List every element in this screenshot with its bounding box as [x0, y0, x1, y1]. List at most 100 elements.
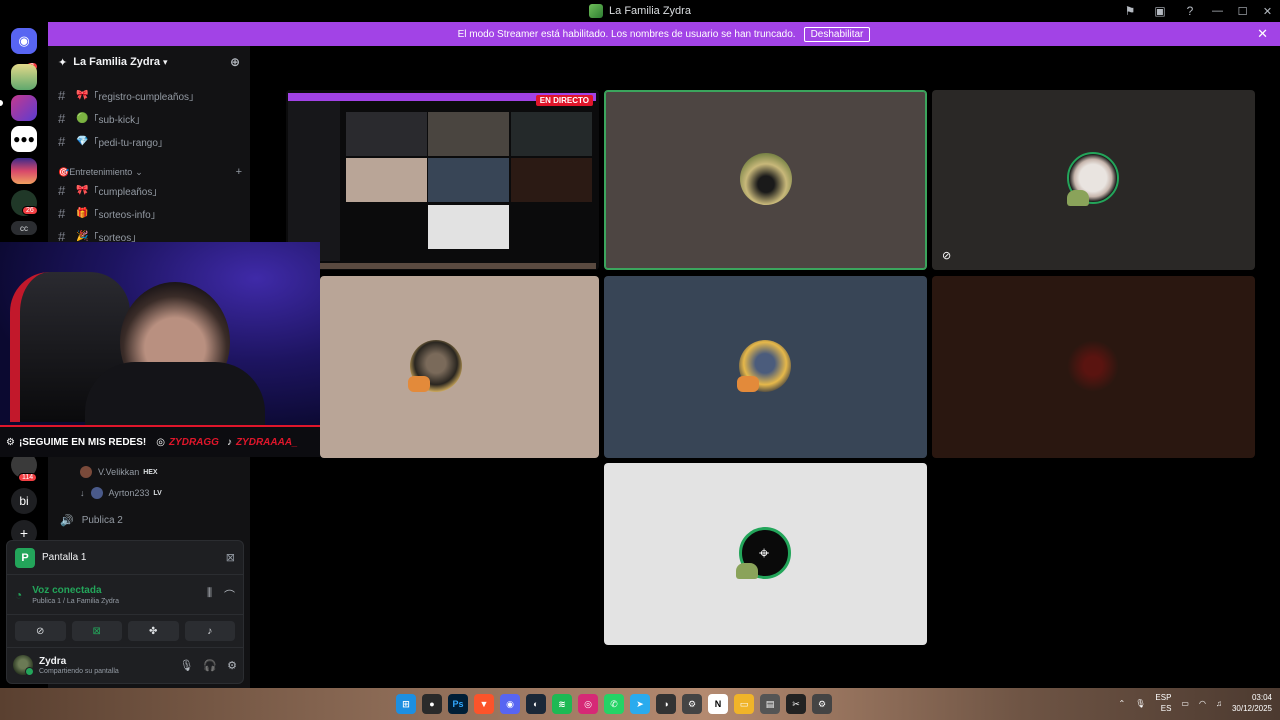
settings-app-icon[interactable]: ⚙	[682, 694, 702, 714]
social-cta: ¡SEGUIME EN MIS REDES!	[18, 436, 147, 448]
instagram-app-icon[interactable]: ◎	[578, 694, 598, 714]
close-icon[interactable]: ✕	[1257, 26, 1268, 42]
signal-icon[interactable]: ◔	[15, 588, 22, 602]
add-channel-icon[interactable]: +	[236, 166, 242, 178]
activities-button[interactable]: ✤	[128, 621, 179, 641]
obs-icon[interactable]: ●	[422, 694, 442, 714]
channel-sub-kick[interactable]: # 🟢 「sub-kick」	[58, 109, 145, 127]
github-icon[interactable]: ◑	[656, 694, 676, 714]
stream-tile[interactable]: EN DIRECTO	[286, 90, 599, 270]
server-icon-bi[interactable]: bi	[11, 488, 37, 514]
server-icon-4[interactable]	[11, 158, 37, 184]
category-entretenimiento[interactable]: 🎯 Entretenimiento ⌄ +	[58, 166, 242, 178]
participant-tile[interactable]	[604, 276, 927, 458]
minimize-button[interactable]: —	[1205, 0, 1230, 22]
channel-emoji: 🎁	[76, 207, 89, 219]
flag-icon[interactable]: ⚑	[1115, 0, 1145, 22]
cat-decoration-icon	[408, 376, 430, 392]
category-label: Entretenimiento	[69, 167, 133, 177]
wifi-icon[interactable]: ◠	[1199, 699, 1206, 708]
brave-icon[interactable]: ▼	[474, 694, 494, 714]
language-indicator[interactable]: ESP ES	[1155, 692, 1171, 714]
participant-tile[interactable]: ⌖	[604, 463, 927, 645]
cat-decoration-icon	[737, 376, 759, 392]
screen-share-header: P Pantalla 1 ⊠	[7, 541, 243, 575]
voice-user-row[interactable]: V.Velikkan HEX	[80, 466, 158, 478]
windows-start-icon[interactable]: ⊞	[396, 694, 416, 714]
participant-tile[interactable]	[932, 276, 1255, 458]
notion-icon[interactable]: N	[708, 694, 728, 714]
steelseries-icon[interactable]: ⚙	[812, 694, 832, 714]
server-icon-3[interactable]: ●●●	[11, 126, 37, 152]
channel-pedi-tu-rango[interactable]: # 💎 「pedi-tu-rango」	[58, 132, 168, 150]
spotify-icon[interactable]: ≋	[552, 694, 572, 714]
microphone-icon[interactable]: 🎙	[179, 659, 193, 672]
volume-icon[interactable]: ♫	[1216, 699, 1222, 708]
clock[interactable]: 03:04 30/12/2025	[1232, 692, 1272, 714]
server-header[interactable]: ✦ La Familia Zydra ▾ ⊕	[48, 46, 250, 78]
live-badge: EN DIRECTO	[535, 95, 593, 106]
telegram-icon[interactable]: ➤	[630, 694, 650, 714]
channel-registro-cumpleanos[interactable]: # 🎀 「registro-cumpleaños」	[58, 86, 199, 104]
mini-tile	[428, 158, 509, 202]
server-icon-6[interactable]: cc	[11, 221, 37, 235]
voice-connection-row: ◔ Voz conectada Publica 1 / La Familia Z…	[7, 575, 243, 615]
help-icon[interactable]: ?	[1175, 0, 1205, 22]
steam-icon[interactable]: ◐	[526, 694, 546, 714]
stop-share-icon[interactable]: ⊠	[226, 551, 235, 564]
category-emoji: 🎯	[58, 166, 70, 177]
capcut-icon[interactable]: ✂	[786, 694, 806, 714]
soundboard-button[interactable]: ♪	[184, 621, 235, 641]
lang-top: ESP	[1155, 693, 1172, 702]
avatar[interactable]	[13, 655, 34, 676]
microphone-tray-icon[interactable]: 🎙	[1135, 699, 1145, 708]
webcam-overlay	[0, 242, 320, 425]
settings-icon[interactable]: ⚙	[227, 659, 237, 672]
headphones-icon[interactable]: 🎧	[203, 659, 217, 672]
instagram-handle: ZYDRAGG	[168, 436, 219, 448]
voice-actions: ⊘ ⊠ ✤ ♪	[7, 615, 243, 648]
window-title: La Familia Zydra	[609, 5, 691, 17]
server-icon-2[interactable]	[11, 95, 37, 121]
muted-icon: ⊘	[942, 250, 952, 262]
channel-cumpleanos[interactable]: # 🎀 「cumpleaños」	[58, 181, 162, 199]
hash-icon: #	[58, 205, 66, 221]
chevron-up-icon[interactable]: ⌃	[1119, 699, 1126, 708]
participant-tile[interactable]	[604, 90, 927, 270]
disconnect-icon[interactable]: ⌒	[224, 587, 235, 603]
banner-text: El modo Streamer está habilitado. Los no…	[457, 28, 796, 40]
channel-emoji: 🟢	[76, 112, 89, 124]
hash-icon: #	[58, 182, 66, 198]
app-icon[interactable]: ▤	[760, 694, 780, 714]
voice-channel-publica-2[interactable]: 🔊 Publica 2	[60, 514, 123, 527]
invite-icon[interactable]: ⊕	[230, 55, 240, 69]
channel-sorteos-info[interactable]: # 🎁 「sorteos-info」	[58, 204, 161, 222]
hash-icon: #	[58, 110, 66, 126]
voice-status: Voz conectada	[32, 584, 102, 596]
inbox-icon[interactable]: ▣	[1145, 0, 1175, 22]
whatsapp-icon[interactable]: ✆	[604, 694, 624, 714]
speaker-icon: 🔊	[60, 515, 74, 527]
chevron-down-icon: ⌄	[135, 166, 143, 177]
participant-tile[interactable]	[320, 276, 599, 458]
voice-location[interactable]: Publica 1 / La Familia Zydra	[32, 598, 119, 605]
participant-tile[interactable]: ⊘	[932, 90, 1255, 270]
screen-title: Pantalla 1	[42, 552, 87, 563]
monitor-icon[interactable]: ▭	[1181, 699, 1189, 708]
close-window-button[interactable]: ✕	[1255, 0, 1280, 22]
unread-indicator	[0, 100, 3, 106]
discord-home-icon[interactable]: ◉	[11, 28, 37, 54]
voice-user-row[interactable]: ↓ Ayrton233 LV	[80, 487, 162, 499]
discord-icon[interactable]: ◉	[500, 694, 520, 714]
noise-suppression-icon[interactable]: ⫼	[207, 587, 212, 603]
title-bar: La Familia Zydra ⚑ ▣ ? — ☐ ✕	[0, 0, 1280, 22]
disable-streamer-button[interactable]: Deshabilitar	[803, 26, 871, 42]
screen-share-button[interactable]: ⊠	[71, 621, 122, 641]
avatar	[90, 487, 103, 499]
server-icon-1[interactable]	[11, 64, 37, 90]
camera-off-button[interactable]: ⊘	[15, 621, 66, 641]
maximize-button[interactable]: ☐	[1230, 0, 1255, 22]
user-area: Zydra Compartiendo su pantalla 🎙 🎧 ⚙	[7, 648, 243, 682]
photoshop-icon[interactable]: Ps	[448, 694, 468, 714]
file-explorer-icon[interactable]: ▭	[734, 694, 754, 714]
